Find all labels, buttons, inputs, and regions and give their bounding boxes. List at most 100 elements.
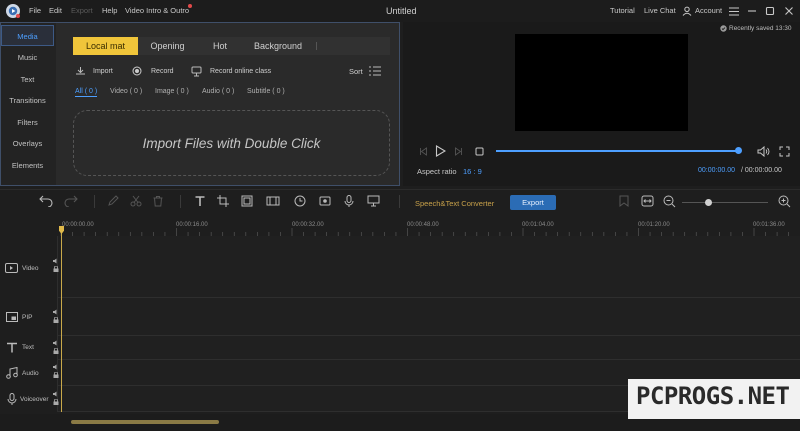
toolbar-divider	[180, 195, 181, 208]
filter-audio[interactable]: Audio ( 0 )	[202, 88, 234, 95]
saved-check-icon	[720, 25, 727, 32]
sort-button[interactable]: Sort	[349, 67, 363, 76]
horizontal-scrollbar[interactable]	[71, 420, 219, 424]
current-time: 00:00:00.00	[698, 167, 735, 174]
dropzone-label: Import Files with Double Click	[142, 135, 321, 151]
speech-text-converter-button[interactable]: Speech&Text Converter	[415, 199, 494, 208]
screen-record-icon[interactable]	[318, 194, 332, 208]
nav-overlays[interactable]: Overlays	[1, 133, 54, 154]
track-video-mute-icon[interactable]	[53, 258, 59, 264]
microphone-icon[interactable]	[342, 194, 356, 208]
stop-icon[interactable]	[474, 146, 484, 156]
track-label-pip: PIP	[22, 314, 33, 321]
ruler-tick-label: 00:01:04.00	[522, 222, 554, 228]
nav-media[interactable]: Media	[1, 25, 54, 46]
playback-scrubber-handle[interactable]	[735, 147, 742, 154]
menu-icon[interactable]	[728, 5, 740, 17]
aspect-ratio-label: Aspect ratio	[417, 167, 457, 176]
mosaic-icon[interactable]	[240, 194, 254, 208]
fullscreen-icon[interactable]	[778, 145, 790, 157]
close-icon[interactable]	[783, 5, 795, 17]
export-button[interactable]: Export	[510, 195, 556, 210]
watermark-text: PCPROGS.NET	[636, 382, 790, 410]
nav-music[interactable]: Music	[1, 47, 54, 68]
account-link[interactable]: Account	[695, 0, 722, 22]
next-frame-icon[interactable]	[453, 146, 463, 156]
filter-subtitle[interactable]: Subtitle ( 0 )	[247, 88, 285, 95]
zoom-slider-handle[interactable]	[704, 199, 712, 206]
live-chat-link[interactable]: Live Chat	[644, 0, 676, 22]
maximize-icon[interactable]	[764, 5, 776, 17]
nav-text[interactable]: Text	[1, 69, 54, 90]
edit-icon[interactable]	[106, 194, 120, 208]
nav-elements[interactable]: Elements	[1, 155, 54, 176]
play-icon[interactable]	[434, 145, 446, 157]
track-label-audio: Audio	[22, 370, 39, 377]
track-voiceover-mute-icon[interactable]	[53, 391, 59, 397]
minimize-icon[interactable]	[746, 5, 758, 17]
track-audio-lock-icon[interactable]	[53, 372, 59, 378]
menu-file[interactable]: File	[29, 0, 41, 22]
tutorial-link[interactable]: Tutorial	[610, 0, 635, 22]
aspect-ratio-value[interactable]: 16 : 9	[463, 167, 482, 176]
track-video-lock-icon[interactable]	[53, 266, 59, 272]
delete-icon[interactable]	[151, 194, 165, 208]
freeze-frame-icon[interactable]	[266, 194, 280, 208]
total-time: / 00:00:00.00	[741, 167, 782, 174]
track-voiceover-lock-icon[interactable]	[53, 399, 59, 405]
playback-progress-track[interactable]	[496, 150, 738, 152]
zoom-slider-track[interactable]	[682, 202, 768, 203]
video-preview	[515, 34, 688, 131]
crop-icon[interactable]	[216, 194, 230, 208]
fit-timeline-icon[interactable]	[640, 194, 654, 208]
track-pip-lock-icon[interactable]	[53, 317, 59, 323]
menu-export[interactable]: Export	[71, 0, 93, 22]
timeline-toolbar	[0, 189, 800, 215]
tab-opening[interactable]: Opening	[140, 37, 195, 55]
undo-icon[interactable]	[39, 194, 53, 208]
filter-image[interactable]: Image ( 0 )	[155, 88, 189, 95]
text-tool-icon[interactable]	[193, 194, 207, 208]
import-button[interactable]: Import	[93, 68, 113, 75]
track-text-mute-icon[interactable]	[53, 340, 59, 346]
record-button[interactable]: Record	[151, 68, 174, 75]
track-audio-mute-icon[interactable]	[53, 364, 59, 370]
sort-icon[interactable]	[369, 66, 381, 76]
record-online-class-button[interactable]: Record online class	[210, 68, 271, 75]
recently-saved-status: Recently saved 13:30	[729, 25, 792, 32]
import-icon[interactable]	[75, 66, 86, 77]
playhead[interactable]	[61, 226, 62, 412]
track-text-lock-icon[interactable]	[53, 348, 59, 354]
webcam-record-icon[interactable]	[366, 194, 380, 208]
tab-hot[interactable]: Hot	[200, 37, 240, 55]
menu-help[interactable]: Help	[102, 0, 117, 22]
tab-local-mat[interactable]: Local mat	[73, 37, 138, 55]
tab-background[interactable]: Background	[244, 37, 312, 55]
import-dropzone[interactable]: Import Files with Double Click	[73, 110, 390, 176]
duration-icon[interactable]	[293, 194, 307, 208]
redo-icon[interactable]	[64, 194, 78, 208]
zoom-in-icon[interactable]	[777, 194, 791, 208]
track-text[interactable]	[58, 336, 800, 360]
tab-divider	[316, 42, 317, 50]
track-video[interactable]	[58, 236, 800, 298]
track-label-video: Video	[22, 265, 39, 272]
marker-icon[interactable]	[617, 194, 631, 208]
user-icon[interactable]	[681, 5, 692, 16]
track-pip[interactable]	[58, 298, 800, 336]
record-icon[interactable]	[132, 66, 142, 76]
zoom-out-icon[interactable]	[662, 194, 676, 208]
notification-dot	[188, 4, 192, 8]
filter-video[interactable]: Video ( 0 )	[110, 88, 142, 95]
nav-transitions[interactable]: Transitions	[1, 90, 54, 111]
filter-all[interactable]: All ( 0 )	[75, 88, 98, 97]
volume-icon[interactable]	[757, 145, 770, 157]
menu-video-intro-outro[interactable]: Video Intro & Outro	[125, 0, 189, 22]
nav-filters[interactable]: Filters	[1, 112, 54, 133]
menu-edit[interactable]: Edit	[49, 0, 62, 22]
split-icon[interactable]	[129, 194, 143, 208]
track-pip-mute-icon[interactable]	[53, 309, 59, 315]
ruler-tick-label: 00:00:16.00	[176, 222, 208, 228]
record-online-icon[interactable]	[191, 66, 202, 77]
prev-frame-icon[interactable]	[418, 146, 428, 156]
